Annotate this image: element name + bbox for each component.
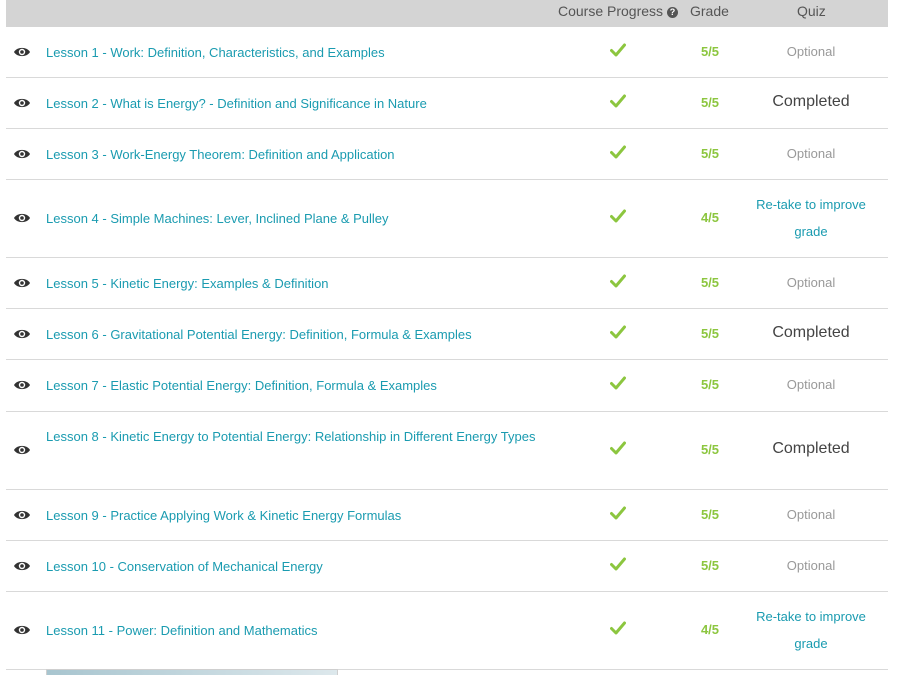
lesson-row: Lesson 3 - Work-Energy Theorem: Definiti…: [6, 129, 888, 180]
eye-icon[interactable]: [13, 443, 31, 455]
quiz-optional-link[interactable]: Optional: [741, 377, 881, 392]
eye-icon[interactable]: [13, 96, 31, 108]
grade-value: 4/5: [700, 210, 720, 225]
grade-value: 5/5: [700, 95, 720, 110]
lesson-row: Lesson 11 - Power: Definition and Mathem…: [6, 592, 888, 670]
help-icon[interactable]: ?: [667, 7, 679, 18]
checkmark-icon: [610, 376, 626, 390]
eye-icon[interactable]: [13, 623, 31, 635]
quiz-completed-status: Completed: [772, 93, 850, 110]
lesson-link[interactable]: Lesson 5 - Kinetic Energy: Examples & De…: [46, 270, 556, 297]
grade-value: 5/5: [700, 44, 720, 59]
quiz-optional-link[interactable]: Optional: [741, 44, 881, 59]
quiz-optional-link[interactable]: Optional: [741, 146, 881, 161]
table-header: Course Progress? Grade Quiz: [6, 0, 888, 27]
lesson-link[interactable]: Lesson 10 - Conservation of Mechanical E…: [46, 553, 556, 580]
eye-icon[interactable]: [13, 276, 31, 288]
lesson-row: Lesson 10 - Conservation of Mechanical E…: [6, 541, 888, 592]
lesson-row: Lesson 8 - Kinetic Energy to Potential E…: [6, 412, 888, 490]
eye-icon[interactable]: [13, 508, 31, 520]
quiz-optional-link[interactable]: Optional: [741, 275, 881, 290]
lesson-link[interactable]: Lesson 7 - Elastic Potential Energy: Def…: [46, 372, 556, 399]
grade-value: 5/5: [700, 326, 720, 341]
lesson-link[interactable]: Lesson 11 - Power: Definition and Mathem…: [46, 617, 556, 644]
eye-icon[interactable]: [13, 378, 31, 390]
lesson-table: Course Progress? Grade Quiz Lesson 1 - W…: [6, 0, 888, 670]
checkmark-icon: [610, 325, 626, 339]
quiz-header: Quiz: [797, 3, 826, 19]
eye-icon[interactable]: [13, 559, 31, 571]
grade-value: 4/5: [700, 622, 720, 637]
grade-value: 5/5: [700, 146, 720, 161]
video-thumbnail[interactable]: [46, 669, 338, 675]
retake-quiz-link[interactable]: Re-take to improve grade: [741, 603, 881, 657]
lesson-rows: Lesson 1 - Work: Definition, Characteris…: [6, 27, 888, 670]
lesson-link[interactable]: Lesson 9 - Practice Applying Work & Kine…: [46, 502, 556, 529]
checkmark-icon: [610, 441, 626, 455]
quiz-optional-link[interactable]: Optional: [741, 507, 881, 522]
lesson-row: Lesson 9 - Practice Applying Work & Kine…: [6, 490, 888, 541]
lesson-row: Lesson 7 - Elastic Potential Energy: Def…: [6, 360, 888, 412]
grade-value: 5/5: [700, 507, 720, 522]
checkmark-icon: [610, 506, 626, 520]
grade-header: Grade: [690, 3, 729, 19]
grade-value: 5/5: [700, 275, 720, 290]
checkmark-icon: [610, 94, 626, 108]
quiz-completed-status: Completed: [772, 324, 850, 341]
lesson-row: Lesson 6 - Gravitational Potential Energ…: [6, 309, 888, 360]
checkmark-icon: [610, 43, 626, 57]
lesson-link[interactable]: Lesson 1 - Work: Definition, Characteris…: [46, 39, 556, 66]
lesson-row: Lesson 2 - What is Energy? - Definition …: [6, 78, 888, 129]
lesson-link[interactable]: Lesson 8 - Kinetic Energy to Potential E…: [46, 423, 556, 450]
lesson-row: Lesson 4 - Simple Machines: Lever, Incli…: [6, 180, 888, 258]
quiz-optional-link[interactable]: Optional: [741, 558, 881, 573]
eye-icon[interactable]: [13, 211, 31, 223]
checkmark-icon: [610, 209, 626, 223]
checkmark-icon: [610, 145, 626, 159]
eye-icon[interactable]: [13, 147, 31, 159]
checkmark-icon: [610, 274, 626, 288]
lesson-link[interactable]: Lesson 3 - Work-Energy Theorem: Definiti…: [46, 141, 556, 168]
checkmark-icon: [610, 557, 626, 571]
lesson-link[interactable]: Lesson 4 - Simple Machines: Lever, Incli…: [46, 205, 556, 232]
eye-icon[interactable]: [13, 327, 31, 339]
grade-value: 5/5: [700, 442, 720, 457]
course-progress-label: Course Progress: [558, 3, 664, 19]
course-progress-header: Course Progress?: [558, 3, 679, 19]
lesson-link[interactable]: Lesson 6 - Gravitational Potential Energ…: [46, 321, 556, 348]
lesson-row: Lesson 5 - Kinetic Energy: Examples & De…: [6, 258, 888, 309]
eye-icon[interactable]: [13, 45, 31, 57]
lesson-link[interactable]: Lesson 2 - What is Energy? - Definition …: [46, 90, 556, 117]
checkmark-icon: [610, 621, 626, 635]
quiz-completed-status: Completed: [772, 440, 850, 457]
grade-value: 5/5: [700, 558, 720, 573]
lesson-row: Lesson 1 - Work: Definition, Characteris…: [6, 27, 888, 78]
grade-value: 5/5: [700, 377, 720, 392]
retake-quiz-link[interactable]: Re-take to improve grade: [741, 191, 881, 245]
